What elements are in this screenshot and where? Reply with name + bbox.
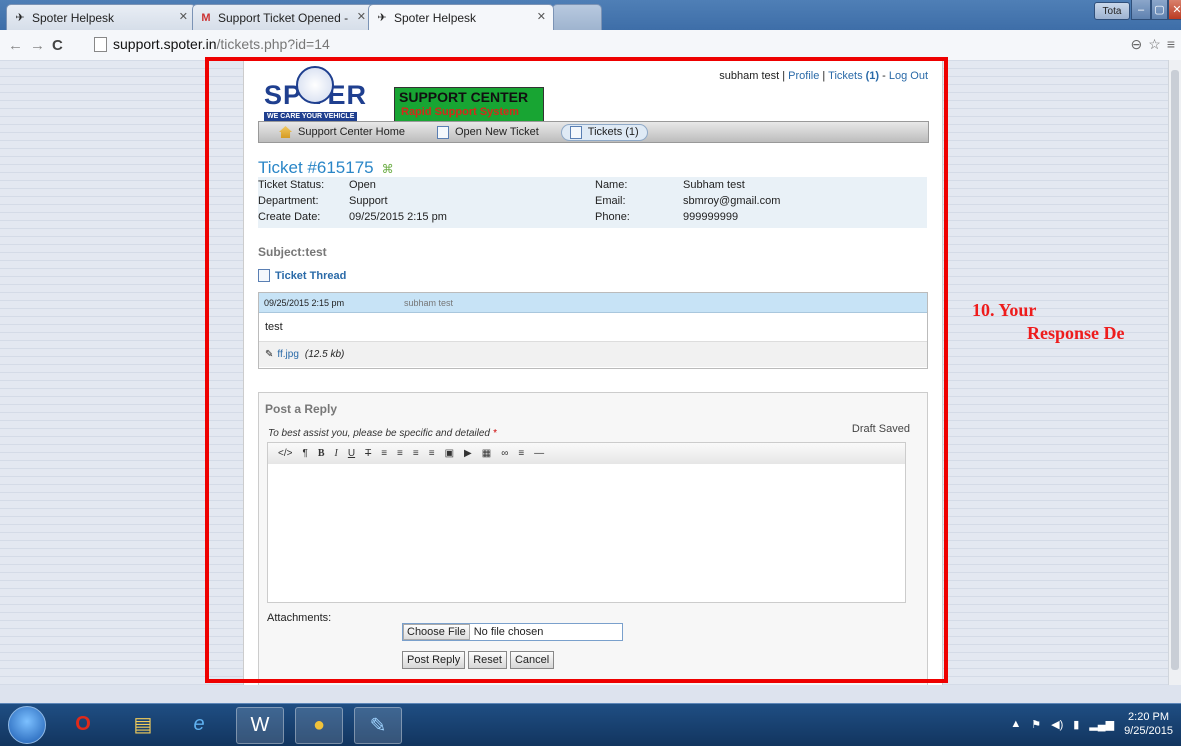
windows-taskbar: O ▤ e W ● ✎ ▲ ⚑ ◀) ▮ ▂▄▆ 2:20 PM 9/25/20… [0,703,1181,746]
address-bar-icons: ⊖ ☆ ≡ [1131,36,1175,53]
clock-time: 2:20 PM [1128,711,1170,723]
chrome-icon[interactable]: ● [295,707,343,744]
tab-title: Spoter Helpesk [32,10,115,25]
scroll-thumb[interactable] [1171,70,1179,670]
clock[interactable]: 2:20 PM 9/25/2015 [1124,710,1173,738]
spoter-favicon-icon: ✈ [15,12,25,24]
network-icon[interactable]: ▮ [1073,718,1079,731]
opera-icon[interactable]: O [60,707,106,742]
volume-icon[interactable]: ◀) [1051,718,1063,731]
close-icon[interactable]: ✕ [179,10,188,23]
user-profile-badge[interactable]: Tota [1094,2,1130,20]
forward-icon[interactable]: → [30,37,45,54]
spoter-favicon-icon: ✈ [377,12,387,24]
url-host: support.spoter.in [113,36,217,52]
desktop-gap [0,685,1181,703]
page-icon [94,36,107,52]
browser-tab-3[interactable]: ✈ Spoter Helpesk ✕ [368,4,554,30]
new-tab-button[interactable] [552,4,602,30]
clock-date: 9/25/2015 [1124,725,1173,737]
start-button[interactable] [8,706,46,744]
tab-title: Support Ticket Opened - [218,10,349,25]
internet-explorer-icon[interactable]: e [176,707,222,742]
annotation-step-text: Response De [1027,323,1125,343]
close-icon[interactable]: ✕ [537,10,546,23]
file-explorer-icon[interactable]: ▤ [120,707,166,742]
minimize-icon[interactable]: – [1131,0,1151,20]
url-path: /tickets.php?id=14 [216,36,330,52]
tray-arrow-icon[interactable]: ▲ [1010,718,1021,730]
tab-title: Spoter Helpesk [394,10,477,25]
menu-icon[interactable]: ≡ [1167,36,1175,53]
address-bar[interactable]: support.spoter.in/tickets.php?id=14 [94,34,1134,54]
annotation-highlight-box [205,57,948,683]
browser-tab-2[interactable]: M Support Ticket Opened - ✕ [192,4,374,30]
window-controls: – ▢ ✕ [1131,0,1181,20]
signal-icon[interactable]: ▂▄▆ [1089,718,1114,731]
back-icon[interactable]: ← [8,37,23,54]
paint-icon[interactable]: ✎ [354,707,402,744]
browser-tab-strip: ✈ Spoter Helpesk ✕ M Support Ticket Open… [0,0,1181,30]
star-icon[interactable]: ☆ [1148,36,1161,53]
browser-tab-1[interactable]: ✈ Spoter Helpesk ✕ [6,4,196,30]
system-tray: ▲ ⚑ ◀) ▮ ▂▄▆ 2:20 PM 9/25/2015 [1010,710,1173,738]
word-icon[interactable]: W [236,707,284,744]
reload-icon[interactable]: C [52,37,66,54]
zoom-icon[interactable]: ⊖ [1131,36,1143,53]
annotation-step-number: 10. Your [972,300,1037,320]
maximize-icon[interactable]: ▢ [1151,0,1168,20]
close-window-icon[interactable]: ✕ [1168,0,1181,20]
close-icon[interactable]: ✕ [357,10,366,23]
gmail-icon: M [201,11,211,24]
flag-icon[interactable]: ⚑ [1031,718,1041,731]
page-scrollbar[interactable] [1168,60,1181,685]
